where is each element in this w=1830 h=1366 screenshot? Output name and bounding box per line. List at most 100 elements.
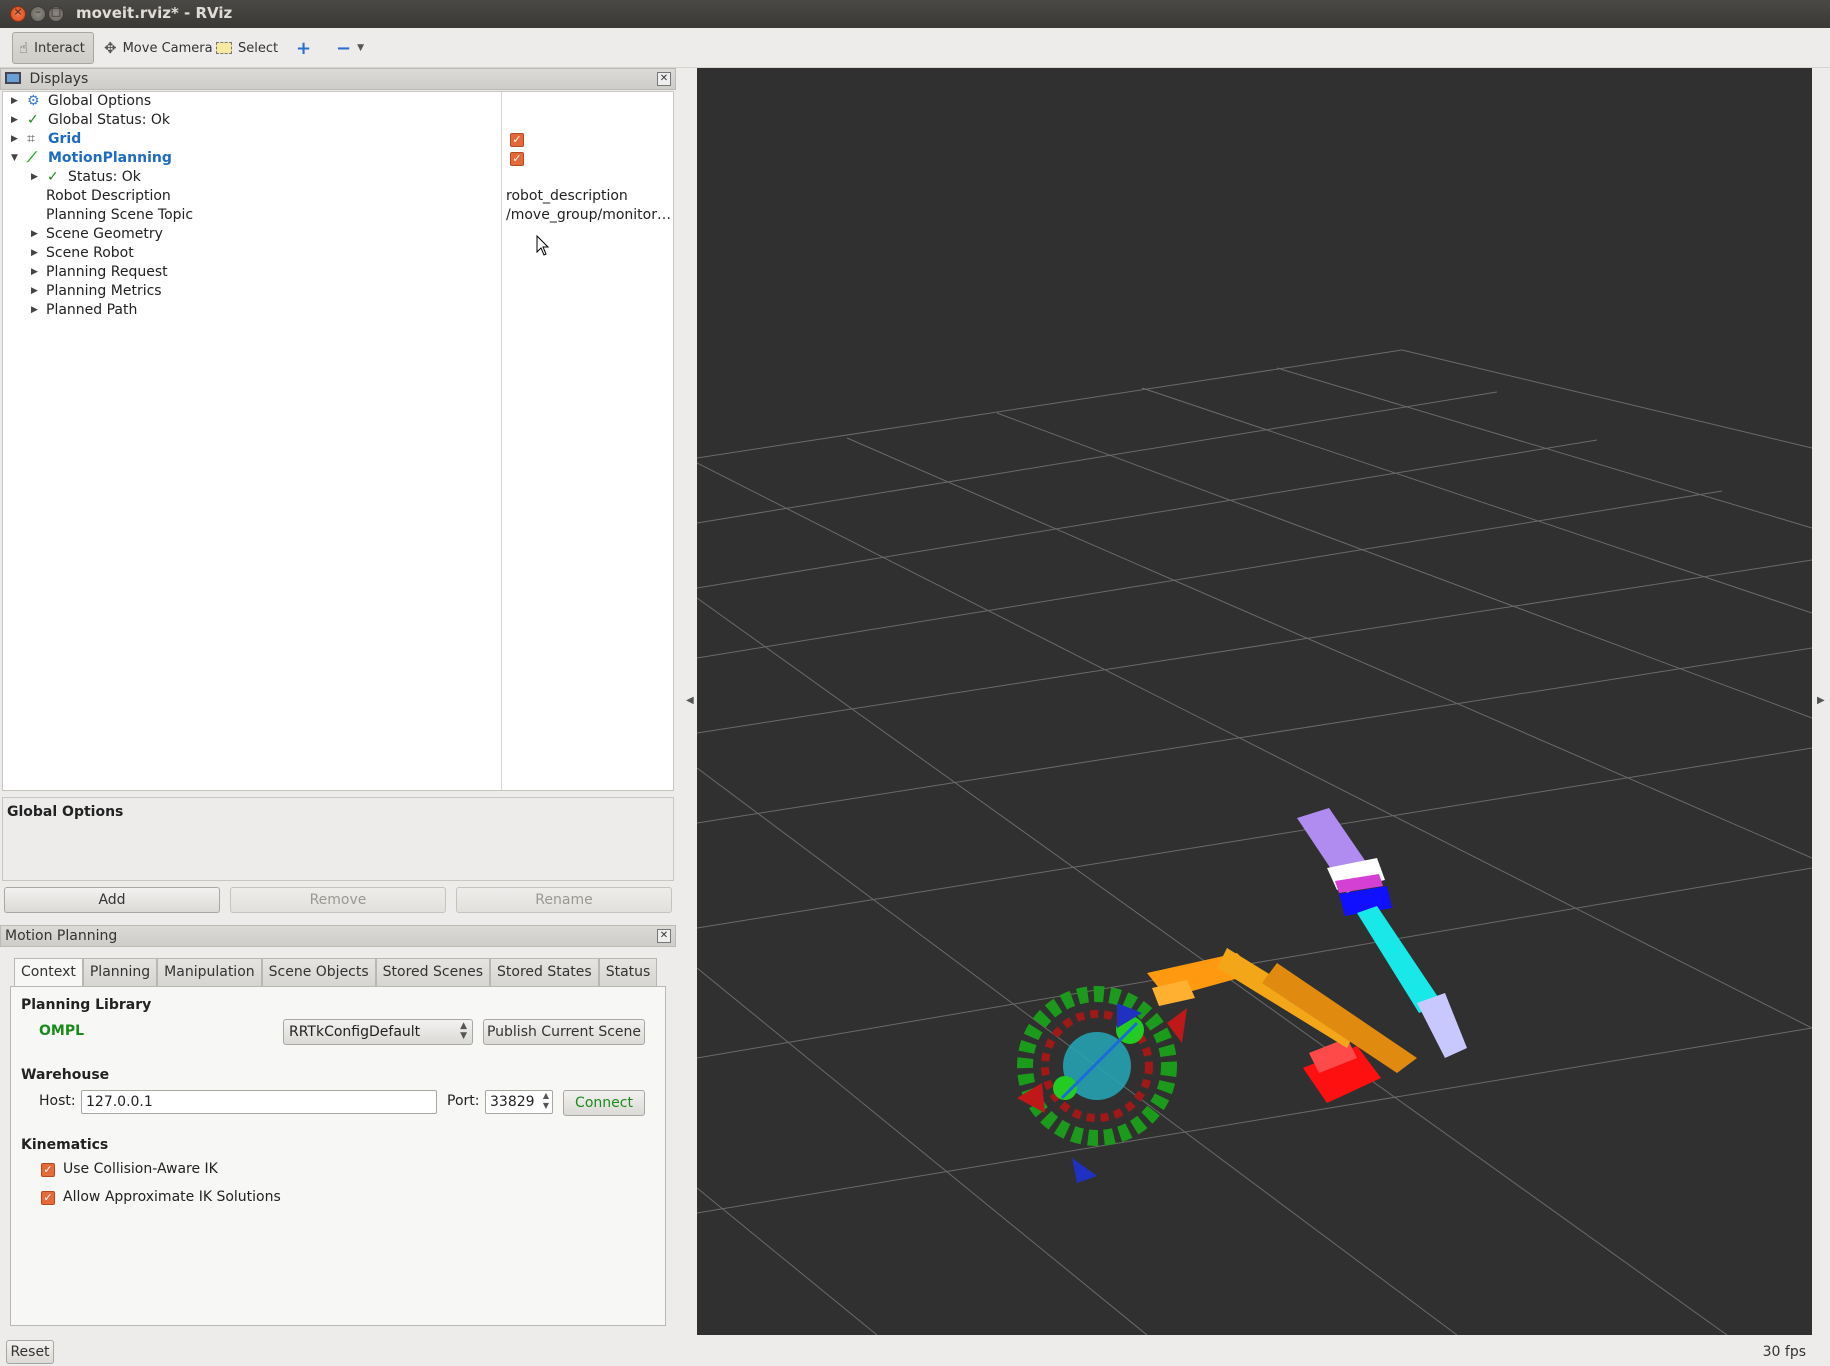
monitor-icon bbox=[5, 72, 21, 84]
tree-item-label: MotionPlanning bbox=[48, 150, 172, 166]
tree-item-label: Scene Robot bbox=[46, 245, 134, 261]
select-label: Select bbox=[238, 40, 279, 56]
move-camera-icon: ✥ bbox=[104, 39, 117, 57]
port-value: 33829 bbox=[490, 1094, 535, 1110]
expand-arrow-icon[interactable]: ▶ bbox=[31, 168, 38, 187]
motion-planning-panel: Context Planning Manipulation Scene Obje… bbox=[2, 948, 674, 1338]
close-displays-button[interactable]: ✕ bbox=[657, 72, 671, 86]
ground-grid bbox=[696, 349, 1813, 1336]
tab-stored-scenes[interactable]: Stored Scenes bbox=[375, 958, 490, 986]
displays-tree: ▶ ⚙ Global Options ▶ ✓ Global Status: Ok… bbox=[2, 91, 674, 791]
tree-item-label: Grid bbox=[48, 131, 82, 147]
checkmark-icon: ✓ bbox=[27, 112, 39, 128]
tree-item-label: Planning Scene Topic bbox=[46, 207, 194, 223]
planning-library-name: OMPL bbox=[39, 1023, 85, 1039]
chevron-down-icon: ▼ bbox=[357, 43, 365, 53]
plus-icon: + bbox=[296, 37, 312, 59]
tree-item-label: Status: Ok bbox=[68, 169, 141, 185]
title-bar: × – □ moveit.rviz* - RViz bbox=[0, 0, 1830, 28]
select-tool-button[interactable]: Select bbox=[210, 32, 284, 64]
kinematics-heading: Kinematics bbox=[21, 1137, 109, 1153]
tree-item-motion-planning[interactable]: ▼ ⟋ MotionPlanning bbox=[11, 149, 491, 168]
tab-status[interactable]: Status bbox=[598, 958, 658, 986]
expand-arrow-icon[interactable]: ▶ bbox=[11, 111, 18, 130]
interact-label: Interact bbox=[34, 40, 85, 56]
collapse-right-panel-icon[interactable]: ▶ bbox=[1817, 695, 1825, 706]
tree-item-grid[interactable]: ▶ ⌗ Grid bbox=[11, 130, 491, 149]
expand-arrow-icon[interactable]: ▶ bbox=[11, 130, 18, 149]
close-motion-planning-button[interactable]: ✕ bbox=[657, 929, 671, 943]
remove-tool-button[interactable]: − ▼ bbox=[330, 32, 370, 64]
tab-planning[interactable]: Planning bbox=[82, 958, 158, 986]
rename-display-button[interactable]: Rename bbox=[456, 887, 672, 913]
context-tab-content: Planning Library OMPL RRTkConfigDefault … bbox=[10, 986, 666, 1326]
window-title: moveit.rviz* - RViz bbox=[76, 4, 233, 22]
displays-title: Displays bbox=[29, 71, 89, 87]
tree-item-label: Planning Metrics bbox=[46, 283, 162, 299]
expand-arrow-icon[interactable]: ▶ bbox=[31, 244, 38, 263]
tab-stored-states[interactable]: Stored States bbox=[490, 958, 599, 986]
displays-panel-header: Displays ✕ bbox=[0, 68, 676, 90]
approx-ik-checkbox[interactable]: ✓ bbox=[41, 1191, 55, 1205]
robot-description-value[interactable]: robot_description bbox=[506, 187, 628, 206]
motion-planning-icon: ⟋ bbox=[27, 150, 37, 166]
close-icon: × bbox=[13, 5, 23, 18]
tab-bar: Context Planning Manipulation Scene Obje… bbox=[14, 958, 658, 987]
tree-item-label: Robot Description bbox=[46, 188, 171, 204]
expand-arrow-icon[interactable]: ▶ bbox=[31, 301, 38, 320]
scene-render bbox=[696, 349, 1813, 1336]
tree-item-robot-description[interactable]: Robot Description bbox=[46, 187, 171, 206]
planning-scene-topic-value[interactable]: /move_group/monitor… bbox=[506, 206, 672, 225]
tree-item-label: Global Status: Ok bbox=[48, 112, 171, 128]
tree-item-planning-scene-topic[interactable]: Planning Scene Topic bbox=[46, 206, 193, 225]
minimize-window-button[interactable]: – bbox=[30, 5, 46, 22]
fps-readout: 30 fps bbox=[1762, 1344, 1806, 1360]
maximize-window-button[interactable]: □ bbox=[48, 5, 64, 22]
motion-planning-panel-header: Motion Planning ✕ bbox=[0, 925, 676, 947]
expand-arrow-icon[interactable]: ▶ bbox=[11, 92, 18, 111]
stepper-arrows-icon[interactable]: ▲ ▼ bbox=[543, 1091, 549, 1111]
move-camera-label: Move Camera bbox=[122, 40, 213, 56]
spinner-arrows-icon: ▲ ▼ bbox=[460, 1021, 467, 1041]
minus-icon: − bbox=[336, 37, 352, 59]
planner-select[interactable]: RRTkConfigDefault ▲ ▼ bbox=[283, 1019, 473, 1045]
port-stepper[interactable]: 33829 ▲ ▼ bbox=[485, 1090, 553, 1114]
publish-current-scene-button[interactable]: Publish Current Scene bbox=[483, 1019, 645, 1045]
column-divider[interactable] bbox=[501, 92, 502, 790]
planning-library-heading: Planning Library bbox=[21, 997, 152, 1013]
status-bar: Reset 30 fps bbox=[0, 1338, 1830, 1366]
collapse-left-panel-icon[interactable]: ◀ bbox=[686, 695, 694, 706]
tree-item-label: Scene Geometry bbox=[46, 226, 163, 242]
port-label: Port: bbox=[447, 1093, 480, 1109]
planner-select-value: RRTkConfigDefault bbox=[289, 1024, 421, 1040]
tab-scene-objects[interactable]: Scene Objects bbox=[261, 958, 376, 986]
collision-aware-ik-checkbox[interactable]: ✓ bbox=[41, 1163, 55, 1177]
interact-tool-button[interactable]: ☝ Interact bbox=[12, 32, 94, 64]
connect-button[interactable]: Connect bbox=[563, 1090, 645, 1116]
property-description: Global Options bbox=[2, 797, 674, 881]
collapse-arrow-icon[interactable]: ▼ bbox=[11, 149, 18, 168]
remove-display-button[interactable]: Remove bbox=[230, 887, 446, 913]
reset-button[interactable]: Reset bbox=[6, 1340, 54, 1364]
tree-item-label: Planned Path bbox=[46, 302, 138, 318]
expand-arrow-icon[interactable]: ▶ bbox=[31, 282, 38, 301]
motion-planning-title: Motion Planning bbox=[5, 928, 118, 944]
collision-aware-ik-label: Use Collision-Aware IK bbox=[63, 1161, 218, 1177]
move-camera-tool-button[interactable]: ✥ Move Camera bbox=[98, 32, 219, 64]
grid-enabled-checkbox[interactable]: ✓ bbox=[510, 133, 524, 147]
warehouse-heading: Warehouse bbox=[21, 1067, 110, 1083]
mouse-cursor-icon bbox=[536, 235, 550, 256]
3d-viewport[interactable] bbox=[696, 68, 1813, 1336]
add-display-button[interactable]: Add bbox=[4, 887, 220, 913]
motion-planning-enabled-checkbox[interactable]: ✓ bbox=[510, 152, 524, 166]
toolbar: ☝ Interact ✥ Move Camera Select + − ▼ bbox=[0, 28, 1830, 68]
expand-arrow-icon[interactable]: ▶ bbox=[31, 225, 38, 244]
description-title: Global Options bbox=[7, 804, 124, 820]
host-input[interactable]: 127.0.0.1 bbox=[81, 1090, 437, 1114]
tab-context[interactable]: Context bbox=[14, 958, 83, 987]
expand-arrow-icon[interactable]: ▶ bbox=[31, 263, 38, 282]
hand-icon: ☝ bbox=[19, 39, 29, 57]
add-tool-button[interactable]: + bbox=[290, 32, 317, 64]
close-window-button[interactable]: × bbox=[10, 5, 26, 22]
tab-manipulation[interactable]: Manipulation bbox=[157, 958, 262, 986]
